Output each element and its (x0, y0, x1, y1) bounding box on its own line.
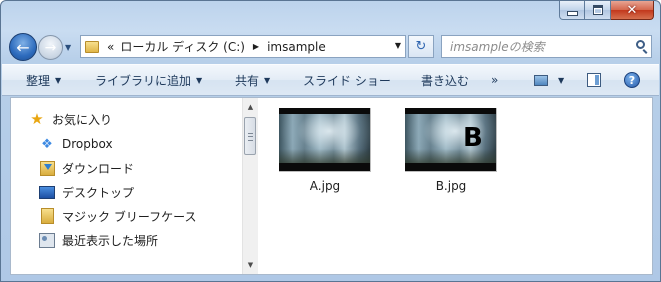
nav-item-dropbox[interactable]: ❖ Dropbox (39, 134, 113, 154)
forward-button[interactable]: → (38, 35, 63, 60)
scroll-down-icon[interactable]: ▼ (243, 258, 258, 272)
share-button[interactable]: 共有 ▼ (233, 69, 272, 91)
change-view-button[interactable]: ▼ (532, 69, 566, 91)
nav-item-desktop[interactable]: デスクトップ (39, 182, 134, 202)
breadcrumb-local-disk[interactable]: ローカル ディスク (C:) (120, 38, 245, 55)
image-thumbnail[interactable] (279, 108, 371, 172)
close-icon: ✕ (626, 2, 638, 18)
grip-icon (248, 133, 253, 141)
caption-buttons: ✕ (559, 1, 654, 21)
preview-pane-icon (587, 73, 601, 87)
forest-image (279, 114, 370, 163)
command-bar: 整理 ▼ ライブラリに追加 ▼ 共有 ▼ スライド ショー 書き込む » ▼ ? (2, 64, 659, 96)
add-to-library-label: ライブラリに追加 (95, 73, 192, 88)
burn-button[interactable]: 書き込む (419, 69, 471, 91)
nav-item-briefcase[interactable]: マジック ブリーフケース (39, 206, 197, 226)
desktop-shape (39, 185, 55, 199)
recent-pages-dropdown[interactable]: ▼ (65, 43, 75, 53)
slideshow-label: スライド ショー (303, 73, 391, 88)
nav-item-recent-places[interactable]: 最近表示した場所 (39, 230, 158, 250)
folder-icon (85, 40, 99, 53)
nav-scrollbar[interactable]: ▲ ▼ (242, 98, 258, 274)
add-to-library-button[interactable]: ライブラリに追加 ▼ (93, 69, 204, 91)
scroll-up-icon[interactable]: ▲ (243, 100, 258, 114)
chevron-down-icon: ▼ (196, 75, 203, 85)
organize-button[interactable]: 整理 ▼ (24, 69, 63, 91)
nav-item-label: ダウンロード (62, 161, 135, 176)
search-input[interactable]: imsampleの検索 (441, 35, 652, 58)
download-folder-icon (39, 160, 55, 176)
nav-item-favorites[interactable]: ★ お気に入り (29, 109, 112, 129)
more-label: » (491, 73, 499, 87)
search-placeholder: imsampleの検索 (450, 40, 545, 54)
scrollbar-thumb[interactable] (244, 117, 256, 155)
refresh-button[interactable]: ↻ (408, 35, 434, 58)
preview-pane-button[interactable] (585, 69, 603, 91)
address-overflow-chevron[interactable]: « (107, 40, 114, 54)
minimize-icon (566, 10, 578, 16)
nav-item-label: 最近表示した場所 (62, 233, 159, 248)
forward-arrow-icon: → (44, 39, 57, 56)
chevron-down-icon: ▼ (264, 75, 271, 85)
content-area: ★ お気に入り ❖ Dropbox ダウンロード デスクトップ マジック ブリー… (10, 97, 653, 275)
star-icon: ★ (30, 110, 44, 128)
close-button[interactable]: ✕ (611, 1, 654, 20)
burn-label: 書き込む (421, 73, 470, 88)
recent-places-icon (39, 232, 55, 248)
nav-item-label: お気に入り (52, 112, 113, 127)
navigation-pane: ★ お気に入り ❖ Dropbox ダウンロード デスクトップ マジック ブリー… (11, 98, 249, 274)
back-button[interactable]: ← (9, 33, 37, 61)
file-name[interactable]: B.jpg (405, 179, 497, 193)
chevron-down-icon: ▼ (558, 75, 565, 85)
breadcrumb-separator-icon[interactable]: ▶ (253, 42, 259, 51)
back-arrow-icon: ← (16, 37, 30, 57)
organize-label: 整理 (26, 73, 51, 88)
help-icon: ? (624, 72, 640, 88)
nav-item-label: Dropbox (62, 137, 113, 151)
address-dropdown-icon[interactable]: ▼ (395, 41, 401, 50)
slideshow-button[interactable]: スライド ショー (301, 69, 393, 91)
file-item[interactable]: B B.jpg (405, 108, 497, 193)
address-bar[interactable]: « ローカル ディスク (C:) ▶ imsample ▼ (80, 35, 406, 58)
more-commands-button[interactable]: » (489, 69, 500, 91)
maximize-button[interactable] (585, 1, 611, 20)
file-item[interactable]: A.jpg (279, 108, 371, 193)
dropbox-icon: ❖ (41, 136, 53, 152)
nav-item-downloads[interactable]: ダウンロード (39, 158, 134, 178)
nav-item-label: マジック ブリーフケース (62, 209, 197, 224)
maximize-icon (592, 5, 603, 15)
desktop-icon (39, 184, 55, 200)
refresh-icon: ↻ (415, 39, 427, 54)
search-icon[interactable] (636, 40, 645, 49)
file-list: A.jpg B B.jpg (259, 98, 652, 274)
download-folder-shape (39, 160, 55, 176)
image-thumbnail[interactable]: B (405, 108, 497, 172)
thumbnail-overlay-text: B (463, 123, 483, 153)
file-name[interactable]: A.jpg (279, 179, 371, 193)
chevron-down-icon: ▼ (55, 75, 62, 85)
breadcrumb-imsample[interactable]: imsample (267, 40, 326, 54)
help-button[interactable]: ? (622, 69, 642, 91)
folder-icon (39, 208, 55, 224)
view-icon (534, 74, 548, 86)
explorer-window: ✕ ← → ▼ « ローカル ディスク (C:) ▶ imsample ▼ ↻ … (0, 0, 661, 282)
folder-shape (40, 208, 54, 224)
minimize-button[interactable] (559, 1, 585, 20)
nav-item-label: デスクトップ (62, 185, 135, 200)
share-label: 共有 (235, 73, 260, 88)
recent-places-shape (39, 232, 55, 248)
